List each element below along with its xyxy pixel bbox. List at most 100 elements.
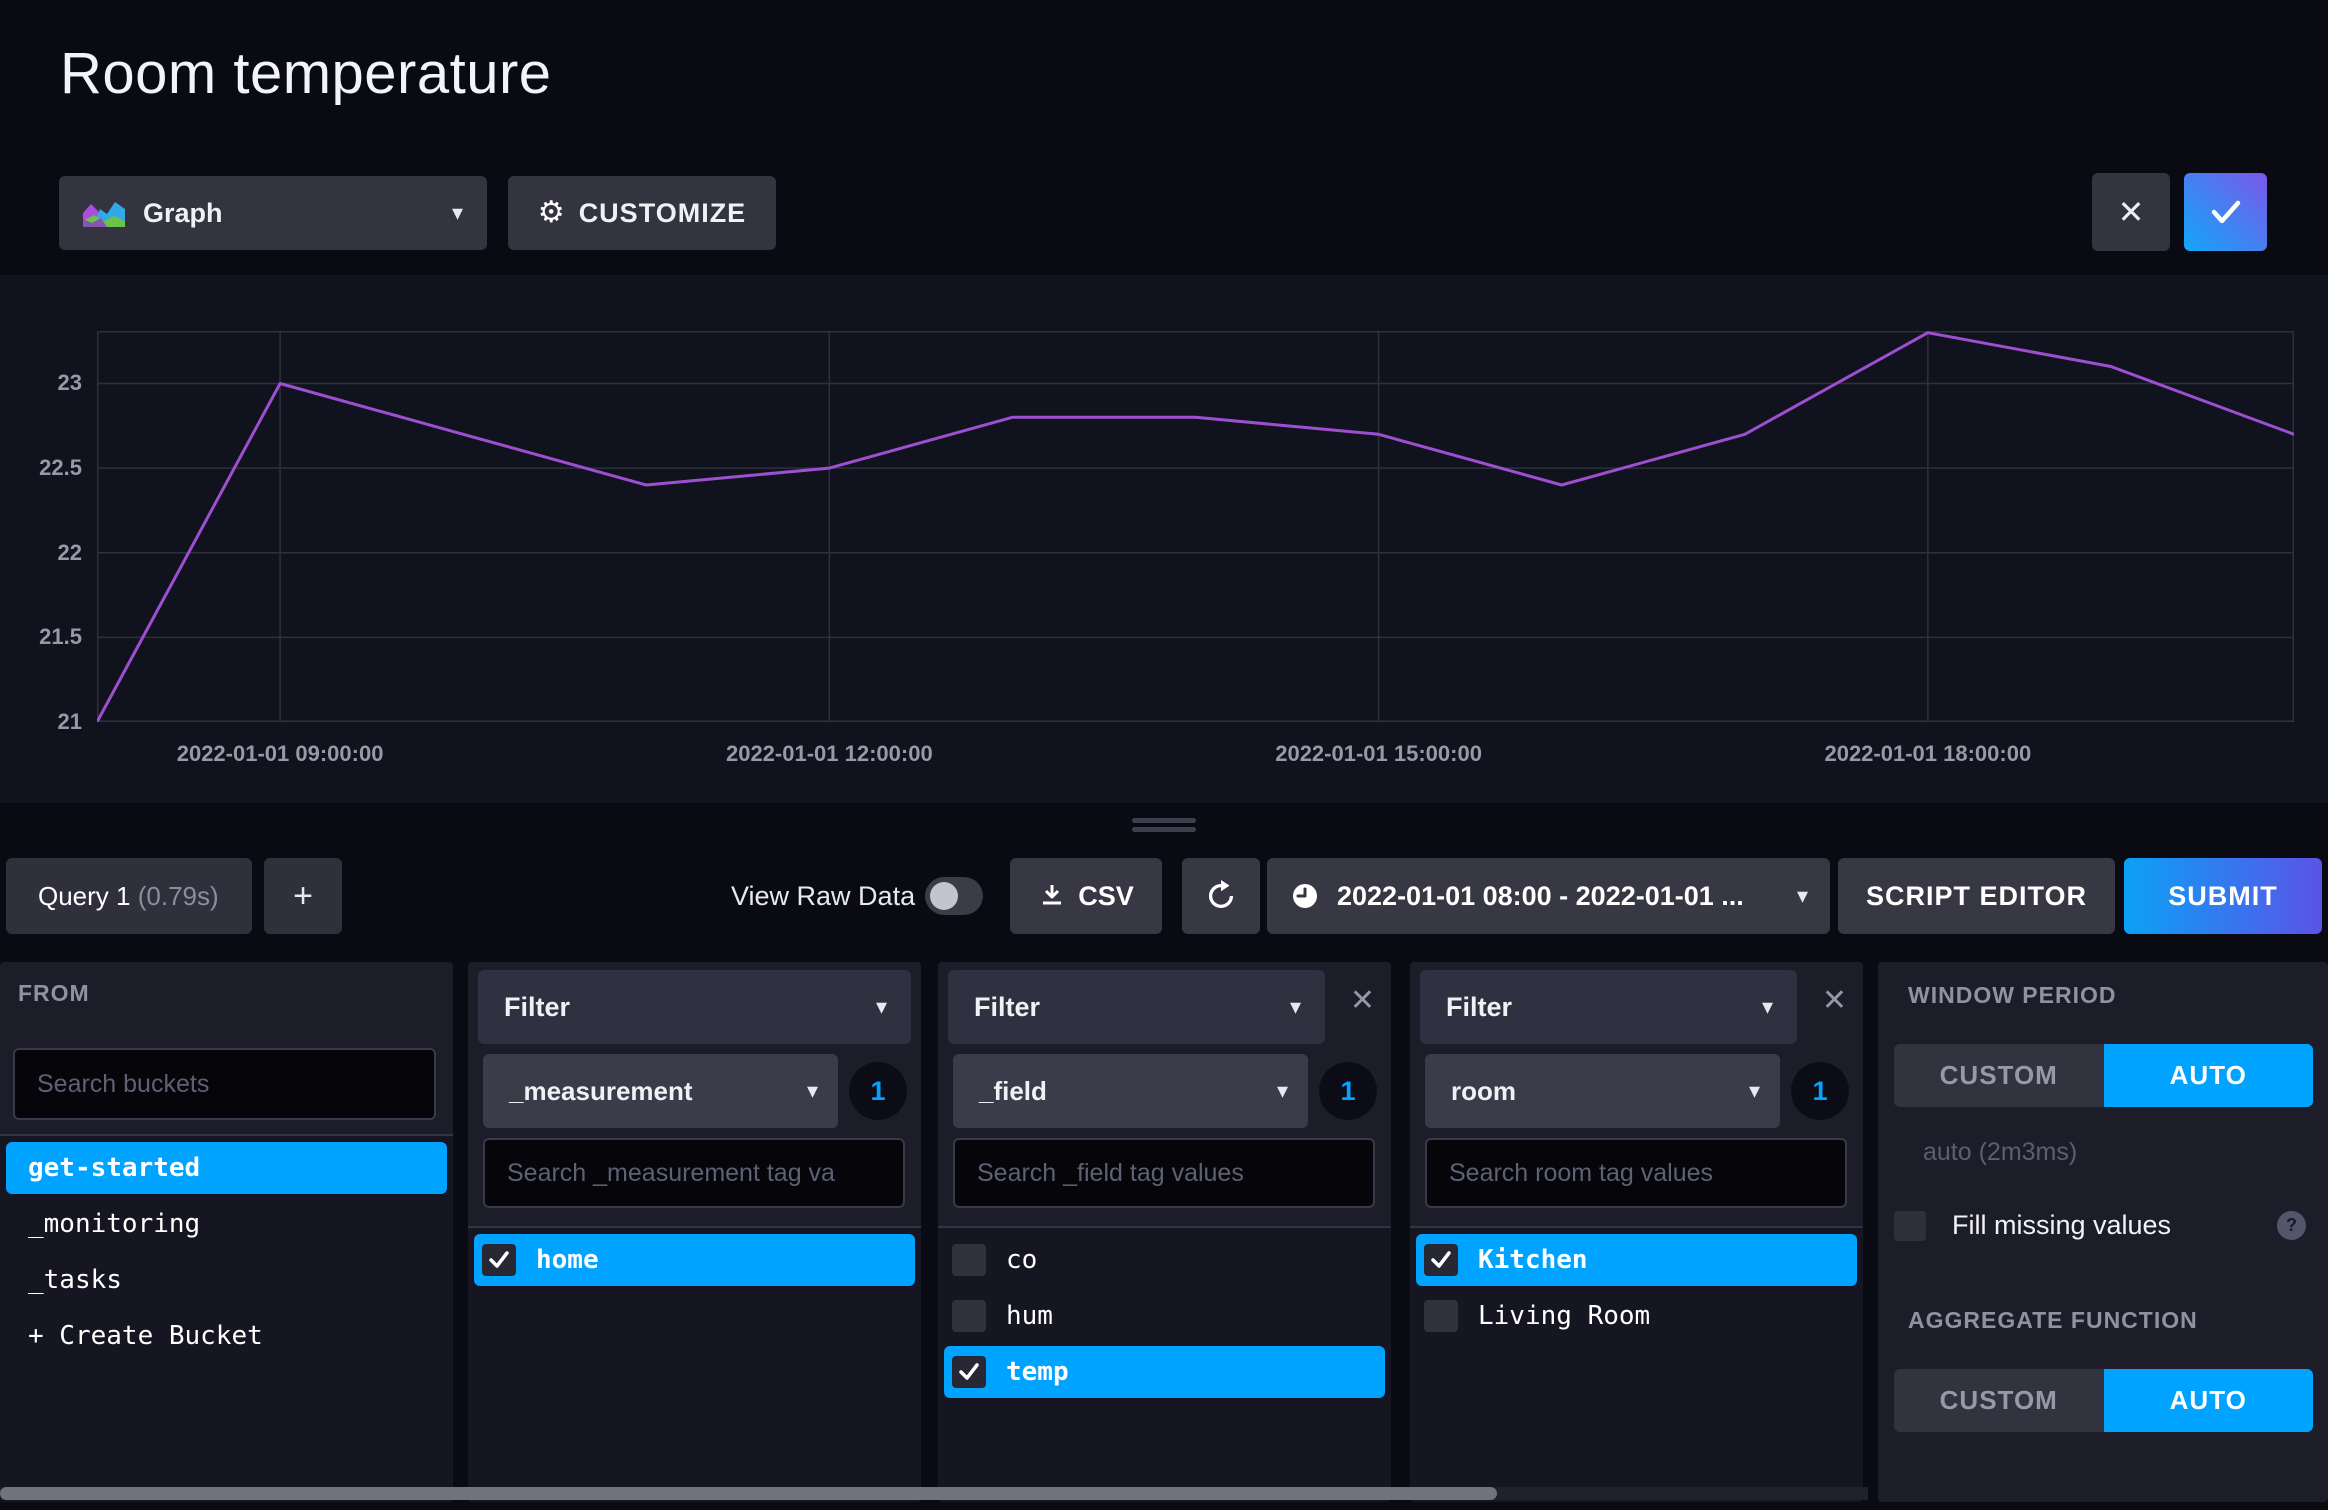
line-chart[interactable]: [97, 331, 2294, 722]
help-icon[interactable]: ?: [2277, 1211, 2306, 1240]
checkbox[interactable]: [952, 1356, 986, 1388]
plot-border: [98, 332, 2294, 722]
window-auto-button[interactable]: AUTO: [2104, 1044, 2314, 1107]
bucket-list: get-started _monitoring _tasks+ Create Buc…: [0, 1136, 453, 1502]
time-range-dropdown[interactable]: 2022-01-01 08:00 - 2022-01-01 ... ▾: [1267, 858, 1830, 934]
bucket-label: _monitoring: [28, 1209, 200, 1239]
filter-header-dropdown[interactable]: Filter▾: [478, 970, 911, 1044]
aggregate-segmented-control: CUSTOM AUTO: [1894, 1369, 2313, 1432]
bucket-list-item[interactable]: _tasks: [6, 1254, 447, 1306]
cancel-button[interactable]: ✕: [2092, 173, 2170, 251]
checkbox[interactable]: [482, 1244, 516, 1276]
bucket-list-item[interactable]: _monitoring: [6, 1198, 447, 1250]
chevron-down-icon: ▾: [1277, 1080, 1288, 1102]
tag-value-row[interactable]: temp: [944, 1346, 1385, 1398]
x-axis-tick-label: 2022-01-01 15:00:00: [1219, 741, 1539, 767]
tag-value-row[interactable]: home: [474, 1234, 915, 1286]
influxdb-data-explorer: Room temperature Graph ▾ ⚙ CUSTOMIZE ✕ 2…: [0, 0, 2328, 1510]
tag-key-label: _measurement: [509, 1076, 693, 1107]
customize-button[interactable]: ⚙ CUSTOMIZE: [508, 176, 776, 250]
fill-missing-values-row: Fill missing values ?: [1894, 1210, 2312, 1241]
query-tab[interactable]: Query 1 (0.79s): [6, 858, 252, 934]
refresh-button[interactable]: [1182, 858, 1260, 934]
checkbox[interactable]: [1424, 1300, 1458, 1332]
chevron-down-icon: ▾: [1797, 885, 1808, 907]
tag-value-label: Kitchen: [1478, 1245, 1588, 1275]
script-editor-button[interactable]: SCRIPT EDITOR: [1838, 858, 2115, 934]
customize-label: CUSTOMIZE: [579, 198, 747, 229]
check-icon: [957, 1361, 981, 1383]
csv-download-button[interactable]: CSV: [1010, 858, 1162, 934]
tag-value-row[interactable]: Living Room: [1416, 1290, 1857, 1342]
resize-drag-handle[interactable]: [1132, 818, 1196, 832]
bucket-label: get-started: [28, 1153, 200, 1183]
window-period-panel: WINDOW PERIOD CUSTOM AUTO auto (2m3ms) F…: [1878, 962, 2328, 1502]
selected-count-badge: 1: [849, 1062, 907, 1120]
tag-value-row[interactable]: Kitchen: [1416, 1234, 1857, 1286]
tag-value-row[interactable]: hum: [944, 1290, 1385, 1342]
window-custom-button[interactable]: CUSTOM: [1894, 1044, 2104, 1107]
view-raw-data-label: View Raw Data: [731, 858, 915, 934]
page-title: Room temperature: [60, 40, 552, 107]
csv-label: CSV: [1078, 881, 1134, 912]
area-graph-icon: [83, 197, 125, 229]
visualization-type-label: Graph: [143, 198, 223, 229]
checkbox[interactable]: [1424, 1244, 1458, 1276]
tag-value-label: co: [1006, 1245, 1037, 1275]
tag-key-dropdown[interactable]: room ▾: [1425, 1054, 1780, 1128]
bucket-list-item[interactable]: + Create Bucket: [6, 1310, 447, 1362]
tag-key-dropdown[interactable]: _field ▾: [953, 1054, 1308, 1128]
filter-title: Filter: [504, 992, 570, 1023]
tag-value-label: home: [536, 1245, 599, 1275]
tag-key-dropdown[interactable]: _measurement▾: [483, 1054, 838, 1128]
from-panel: FROM get-started _monitoring _tasks+ Creat…: [0, 962, 453, 1502]
tag-value-label: temp: [1006, 1357, 1069, 1387]
tag-value-search-input[interactable]: [1425, 1138, 1847, 1208]
graph-panel: 2121.52222.5232022-01-01 09:00:002022-01…: [0, 275, 2328, 803]
tag-value-search-input[interactable]: [483, 1138, 905, 1208]
bucket-search-input[interactable]: [13, 1048, 436, 1120]
fill-missing-label: Fill missing values: [1952, 1210, 2171, 1241]
fill-missing-checkbox[interactable]: [1894, 1211, 1926, 1241]
filter-header-dropdown[interactable]: Filter▾: [1420, 970, 1797, 1044]
aggregate-function-title: AGGREGATE FUNCTION: [1908, 1307, 2198, 1334]
confirm-button[interactable]: [2184, 173, 2267, 251]
download-icon: [1038, 882, 1066, 910]
add-query-button[interactable]: +: [264, 858, 342, 934]
submit-button[interactable]: SUBMIT: [2124, 858, 2322, 934]
y-axis-tick-label: 21.5: [2, 624, 82, 650]
visualization-type-dropdown[interactable]: Graph ▾: [59, 176, 487, 250]
from-panel-title: FROM: [18, 980, 90, 1007]
chart-canvas[interactable]: [97, 331, 2294, 722]
clock-icon: [1291, 882, 1319, 910]
chevron-down-icon: ▾: [1290, 996, 1301, 1018]
tag-key-label: room: [1451, 1076, 1516, 1107]
y-axis-tick-label: 22.5: [2, 455, 82, 481]
chevron-down-icon: ▾: [1749, 1080, 1760, 1102]
filter-panel: Filter▾ _measurement▾1 home: [468, 962, 921, 1502]
window-period-title: WINDOW PERIOD: [1908, 982, 2117, 1009]
view-raw-data-toggle[interactable]: [925, 877, 983, 915]
tag-value-label: Living Room: [1478, 1301, 1650, 1331]
close-icon: ✕: [2118, 193, 2145, 231]
horizontal-scrollbar-thumb[interactable]: [0, 1487, 1497, 1500]
filter-header-dropdown[interactable]: Filter▾: [948, 970, 1325, 1044]
tag-key-label: _field: [979, 1076, 1047, 1107]
filter-close-icon[interactable]: ✕: [1350, 986, 1375, 1016]
horizontal-scrollbar-track[interactable]: [0, 1487, 1868, 1500]
y-axis-tick-label: 21: [2, 709, 82, 735]
auto-window-period-value: auto (2m3ms): [1923, 1138, 2077, 1167]
checkbox[interactable]: [952, 1300, 986, 1332]
x-axis-tick-label: 2022-01-01 12:00:00: [669, 741, 989, 767]
check-icon: [2208, 198, 2244, 226]
aggregate-auto-button[interactable]: AUTO: [2104, 1369, 2314, 1432]
tag-value-list: co hum temp: [938, 1228, 1391, 1502]
refresh-icon: [1204, 879, 1238, 913]
tag-value-row[interactable]: co: [944, 1234, 1385, 1286]
checkbox[interactable]: [952, 1244, 986, 1276]
selected-count-badge: 1: [1319, 1062, 1377, 1120]
aggregate-custom-button[interactable]: CUSTOM: [1894, 1369, 2104, 1432]
filter-close-icon[interactable]: ✕: [1822, 986, 1847, 1016]
bucket-list-item[interactable]: get-started: [6, 1142, 447, 1194]
tag-value-search-input[interactable]: [953, 1138, 1375, 1208]
